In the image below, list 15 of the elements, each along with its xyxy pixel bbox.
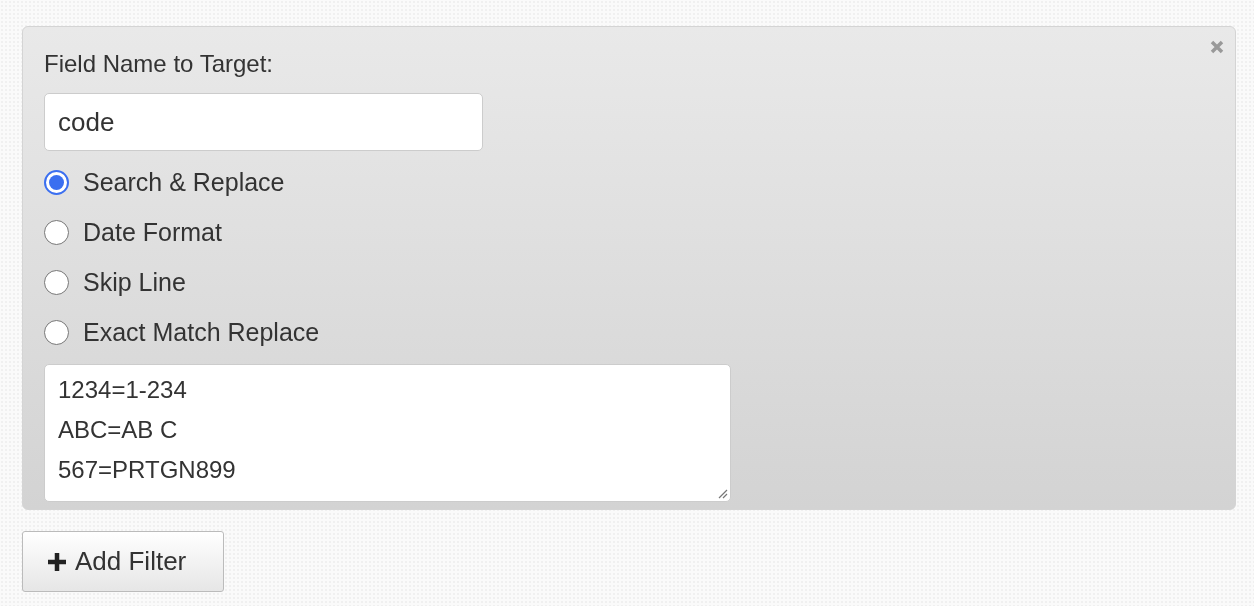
field-name-input[interactable]: code <box>44 93 483 151</box>
radio-button[interactable] <box>44 169 69 195</box>
radio-button[interactable] <box>44 219 69 245</box>
close-icon[interactable] <box>1209 39 1225 55</box>
radio-button[interactable] <box>44 269 69 295</box>
option-label: Skip Line <box>83 267 186 297</box>
option-label: Exact Match Replace <box>83 317 320 347</box>
option-label: Date Format <box>83 217 222 247</box>
add-filter-button[interactable]: Add Filter <box>22 531 224 592</box>
resize-grip-icon[interactable] <box>716 487 728 499</box>
radio-button[interactable] <box>44 319 69 345</box>
plus-icon <box>47 551 67 572</box>
field-label: Field Name to Target: <box>44 49 273 79</box>
mappings-textarea[interactable]: 1234=1-234 ABC=AB C 567=PRTGN899 <box>44 364 731 502</box>
option-label: Search & Replace <box>83 167 285 197</box>
